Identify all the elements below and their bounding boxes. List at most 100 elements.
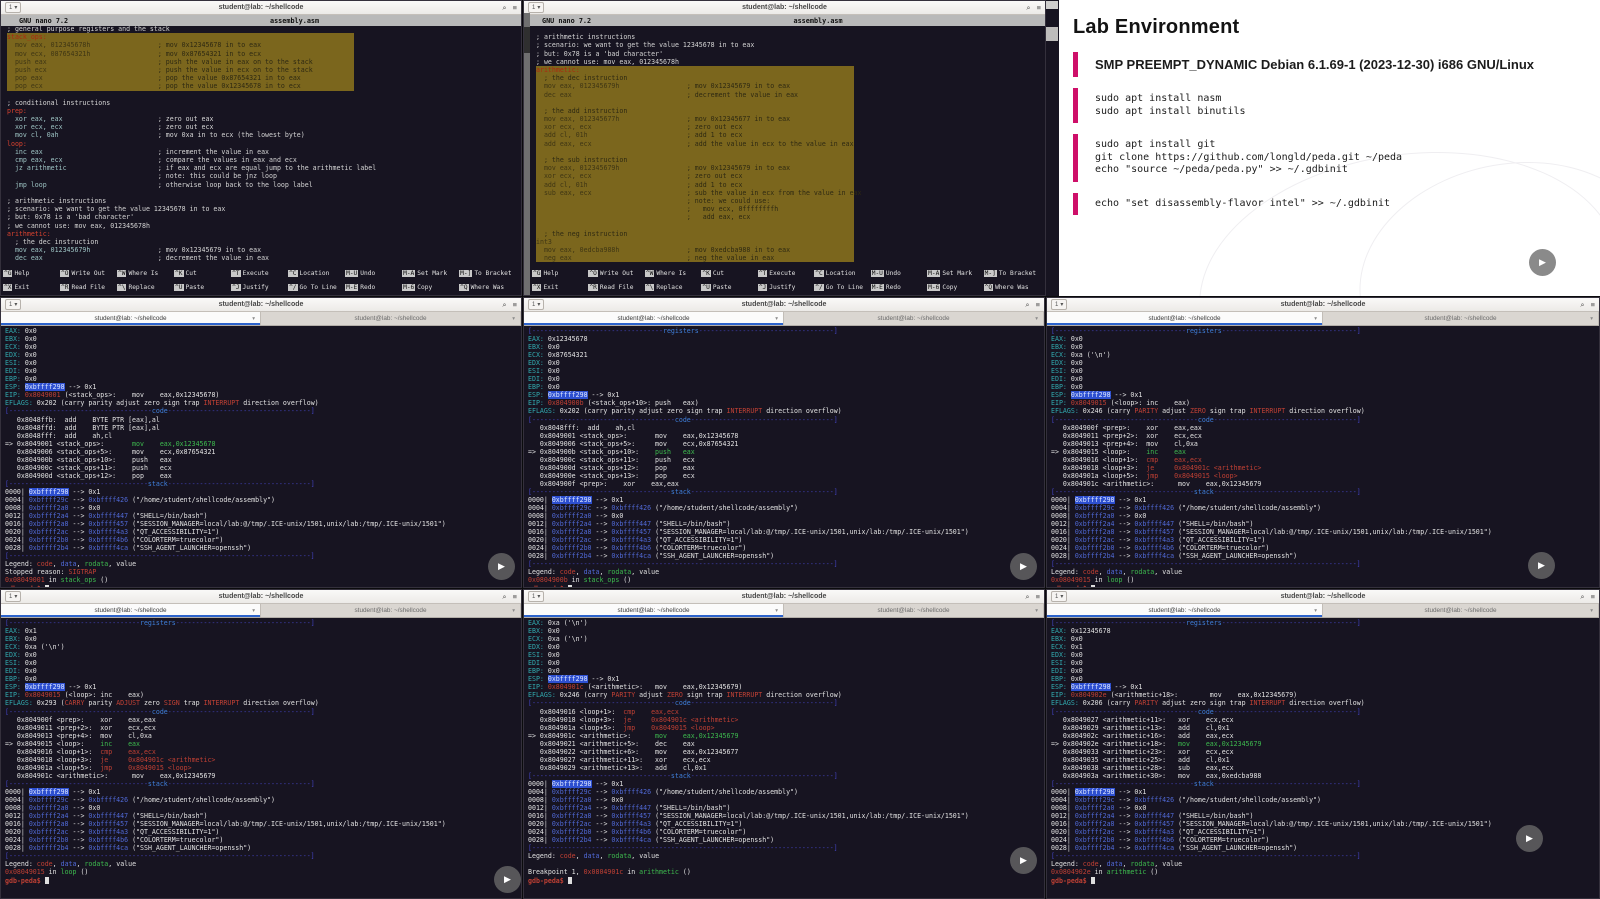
chevron-down-icon: ▾ [1035,607,1038,614]
titlebar: student@lab: ~/shellcode 1 ▾ ⌕ ≡ [1,298,521,312]
gdb-terminal-output[interactable]: EAX: 0x0 EBX: 0x0 ECX: 0x0 EDX: 0x0 ESI: 0x0… [1,325,521,587]
nano-shortcut: ^T Execute [231,270,269,277]
nano-shortcut: ^K Cut [174,270,197,277]
nano-shortcut: ^W Where Is [117,270,159,277]
gdb-terminal-output[interactable]: [---------------------------------regist… [1047,325,1599,587]
nano-shortcut: M-] To Bracket [459,270,512,277]
next-slide-button[interactable]: ▶ [1529,249,1556,276]
menu-icon[interactable]: ≡ [1591,592,1595,601]
nano-shortcut: ^R Read File [60,283,105,291]
nano-window-stack-ops: student@lab: ~/shellcode 1 ▾ ⌕ ≡ GNU nano … [0,0,522,296]
chevron-down-icon: ▾ [252,315,255,322]
terminal-tab-active[interactable]: student@lab: ~/shellcode ▾ [1,604,261,617]
next-button[interactable]: ▶ [1516,825,1543,852]
search-icon[interactable]: ⌕ [502,3,506,13]
titlebar: student@lab: ~/shellcode 1 ▾ ⌕ ≡ [524,1,1045,15]
next-button[interactable]: ▶ [1528,552,1555,579]
search-icon[interactable]: ⌕ [502,592,506,602]
terminal-tab-active[interactable]: student@lab: ~/shellcode ▾ [524,312,784,325]
slide-code-block: SMP PREEMPT_DYNAMIC Debian 6.1.69-1 (202… [1073,52,1586,77]
slide-title: Lab Environment [1073,16,1240,38]
gdb-terminal-output[interactable]: [---------------------------------regist… [1,617,521,898]
window-title: student@lab: ~/shellcode [1280,593,1366,600]
terminal-tabbar: student@lab: ~/shellcode ▾ student@lab: ~… [1,604,521,618]
nano-shortcut: ^T Execute [757,270,796,277]
gdb-terminal-output[interactable]: EAX: 0xa ('\n') EBX: 0x0 ECX: 0xa ('\n') ED… [524,617,1044,898]
nano-shortcut: M-6 Copy [402,283,433,291]
accent-bar [1073,52,1078,77]
search-icon[interactable]: ⌕ [502,300,506,310]
terminal-tab-inactive[interactable]: student@lab: ~/shellcode ▾ [784,604,1044,617]
search-icon[interactable]: ⌕ [1025,592,1029,602]
nano-editor-area[interactable]: ; arithmetic instructions; scenario: we … [524,24,1045,267]
terminal-tab-inactive[interactable]: student@lab: ~/shellcode ▾ [1323,604,1599,617]
play-icon: ▶ [504,874,511,884]
gdb-window-push-eax: student@lab: ~/shellcode 1 ▾ ⌕ ≡ student@l… [523,297,1045,588]
search-icon[interactable]: ⌕ [1580,592,1584,602]
nano-shortcut: ^W Where Is [644,270,687,277]
nano-shortcut: ^U Paste [174,283,205,291]
chevron-down-icon: ▾ [1590,607,1593,614]
terminal-tabbar: student@lab: ~/shellcode ▾ student@lab: ~… [524,604,1044,618]
window-title: student@lab: ~/shellcode [741,301,827,308]
chevron-down-icon: ▾ [1314,607,1317,614]
nano-window-arithmetic: student@lab: ~/shellcode 1 ▾ ⌕ ≡ GNU nano … [523,0,1046,296]
terminal-tab-inactive[interactable]: student@lab: ~/shellcode ▾ [261,312,521,325]
tab-switcher-button[interactable]: 1 ▾ [528,2,545,13]
menu-icon[interactable]: ≡ [513,300,517,309]
gdb-terminal-output[interactable]: [---------------------------------regist… [1047,617,1599,898]
chevron-down-icon: ▾ [775,315,778,322]
accent-bar [1073,88,1078,123]
nano-shortcut: ^G Help [532,270,559,277]
chevron-down-icon: ▾ [252,607,255,614]
menu-icon[interactable]: ≡ [513,3,517,12]
terminal-tab-active[interactable]: student@lab: ~/shellcode ▾ [1047,604,1323,617]
search-icon[interactable]: ⌕ [1025,300,1029,310]
menu-icon[interactable]: ≡ [1036,300,1040,309]
terminal-tab-inactive[interactable]: student@lab: ~/shellcode ▾ [1323,312,1599,325]
nano-shortcut-bar: ^G Help ^O Write Out ^W Where Is ^K Cut ^T Execut… [532,267,1043,294]
menu-icon[interactable]: ≡ [1591,300,1595,309]
nano-shortcut: ^C Location [288,270,330,277]
gdb-terminal-output[interactable]: [---------------------------------regist… [524,325,1044,587]
next-button[interactable]: ▶ [1010,553,1037,580]
terminal-tab-active[interactable]: student@lab: ~/shellcode ▾ [1,312,261,325]
tab-switcher-button[interactable]: 1 ▾ [528,299,545,310]
terminal-tab-active[interactable]: student@lab: ~/shellcode ▾ [524,604,784,617]
next-button[interactable]: ▶ [1010,847,1037,874]
nano-shortcut-bar: ^G Help ^O Write Out ^W Where Is ^K Cut ^T Execut… [3,267,519,294]
nano-shortcut: ^Q Where Was [459,283,505,291]
tab-switcher-button[interactable]: 1 ▾ [1051,299,1068,310]
next-button[interactable]: ▶ [488,553,515,580]
terminal-tab-active[interactable]: student@lab: ~/shellcode ▾ [1047,312,1323,325]
nano-shortcut: M-E Redo [870,283,901,291]
terminal-tab-inactive[interactable]: student@lab: ~/shellcode ▾ [784,312,1044,325]
search-icon[interactable]: ⌕ [1580,300,1584,310]
tab-switcher-button[interactable]: 1 ▾ [1051,591,1068,602]
menu-icon[interactable]: ≡ [1036,592,1040,601]
nano-shortcut: ^J Justify [757,283,796,291]
tab-switcher-button[interactable]: 1 ▾ [5,591,22,602]
gdb-window-breakpoint-arithmetic: student@lab: ~/shellcode 1 ▾ ⌕ ≡ student@l… [523,589,1045,899]
slide-code-block: sudo apt install git git clone https://gi… [1073,134,1586,182]
nano-shortcut: ^R Read File [588,283,634,291]
titlebar: student@lab: ~/shellcode 1 ▾ ⌕ ≡ [1,1,521,15]
nano-editor-area[interactable]: ; general purpose registers and the stac… [1,24,521,267]
search-icon[interactable]: ⌕ [1026,3,1030,13]
scrollbar[interactable] [524,13,530,295]
menu-icon[interactable]: ≡ [1037,3,1041,12]
gdb-window-loop-start: student@lab: ~/shellcode 1 ▾ ⌕ ≡ student@l… [1046,297,1600,588]
nano-shortcut: ^X Exit [532,283,559,291]
nano-shortcut: M-A Set Mark [402,270,448,277]
accent-bar [1073,134,1078,182]
terminal-tab-inactive[interactable]: student@lab: ~/shellcode ▾ [261,604,521,617]
terminal-tabbar: student@lab: ~/shellcode ▾ student@lab: ~… [1,312,521,326]
titlebar: student@lab: ~/shellcode 1 ▾ ⌕ ≡ [1047,298,1599,312]
next-button[interactable]: ▶ [494,866,521,893]
nano-shortcut: M-E Redo [345,283,376,291]
tab-switcher-button[interactable]: 1 ▾ [5,2,22,13]
chevron-down-icon: ▾ [512,607,515,614]
menu-icon[interactable]: ≡ [513,592,517,601]
tab-switcher-button[interactable]: 1 ▾ [5,299,22,310]
tab-switcher-button[interactable]: 1 ▾ [528,591,545,602]
